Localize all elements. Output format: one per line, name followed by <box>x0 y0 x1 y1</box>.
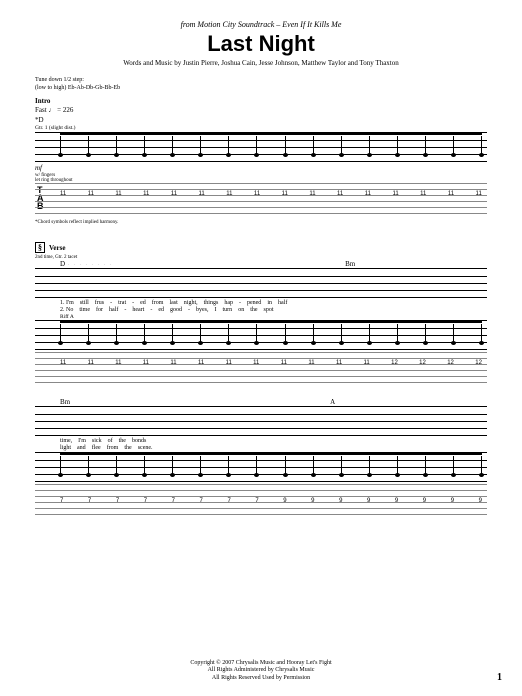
verse-system: § Verse 2nd time, Gtr. 2 tacet D Bm ～～～～… <box>35 237 487 386</box>
tuning-line2: (low to high) Eb-Ab-Db-Gb-Bb-Eb <box>35 85 487 93</box>
guitar-staff <box>35 320 487 350</box>
from-line: from Motion City Soundtrack – Even If It… <box>35 20 487 29</box>
tuning-line1: Tune down 1/2 step: <box>35 77 487 85</box>
page-number: 1 <box>497 672 502 683</box>
dynamic-marking: mf <box>35 164 487 172</box>
intro-system: Intro Fast ♩ = 226 *D Gtr. 1 (slight dis… <box>35 97 487 225</box>
tab-staff: TAB 11111111111111111111111111111111 <box>35 183 487 217</box>
notation-staff <box>35 132 487 162</box>
copyright-line1: Copyright © 2007 Chrysalis Music and Hoo… <box>35 660 487 668</box>
segno-icon: § <box>35 242 45 253</box>
intro-label: Intro <box>35 97 487 105</box>
vocal-staff: ～～～～～～～～～ <box>35 268 487 298</box>
copyright-line3: All Rights Reserved Used by Permission <box>35 675 487 683</box>
guitar-staff-3 <box>35 452 487 482</box>
vocal-staff-3 <box>35 406 487 436</box>
tab-numbers-3: 7777777799999999 <box>60 498 482 504</box>
lyrics-line2: 2. Notimeforhalf-heart-edgood-byes,Iturn… <box>60 307 487 313</box>
album-name: Even If It Kills Me <box>282 20 341 29</box>
chord-footnote: *Chord symbols reflect implied harmony. <box>35 220 487 225</box>
verse-tab-staff: 11111111111111111111111112121212 <box>35 352 487 386</box>
credits: Words and Music by Justin Pierre, Joshua… <box>35 59 487 67</box>
notes-row <box>60 136 482 154</box>
system-3: Bm A time,I'msickofthebonds lightandflee… <box>35 398 487 518</box>
chord-bm-3: Bm <box>60 398 70 406</box>
copyright-footer: Copyright © 2007 Chrysalis Music and Hoo… <box>35 660 487 683</box>
verse-header: § Verse <box>35 237 487 255</box>
tab-staff-3: 7777777799999999 <box>35 484 487 518</box>
chord-a-3: A <box>330 398 335 406</box>
chord-row-3: Bm A <box>60 398 487 406</box>
tuning-note: Tune down 1/2 step: (low to high) Eb-Ab-… <box>35 77 487 93</box>
copyright-line2: All Rights Administered by Chrysalis Mus… <box>35 667 487 675</box>
chord-bm: Bm <box>345 260 355 268</box>
sheet-header: from Motion City Soundtrack – Even If It… <box>35 20 487 67</box>
from-prefix: from Motion City Soundtrack – <box>181 20 281 29</box>
tie-curve: ～～～～～～～～～ <box>60 261 337 265</box>
tab-numbers: 11111111111111111111111111111111 <box>60 191 482 197</box>
tempo-marking: Fast ♩ = 226 <box>35 106 487 114</box>
guitar-label: Gtr. 1 (slight dist.) <box>35 125 487 131</box>
lyrics-3-2: lightandfleefromthescene. <box>60 445 487 451</box>
lyrics-3-1: time,I'msickofthebonds <box>60 438 487 444</box>
verse-label: Verse <box>49 244 65 252</box>
lyrics-line1: 1. I'mstillfrus-trat-edfromlastnight,thi… <box>60 300 487 306</box>
song-title: Last Night <box>35 31 487 57</box>
verse-tab-numbers: 11111111111111111111111112121212 <box>60 360 482 366</box>
intro-chord: *D <box>35 116 487 124</box>
